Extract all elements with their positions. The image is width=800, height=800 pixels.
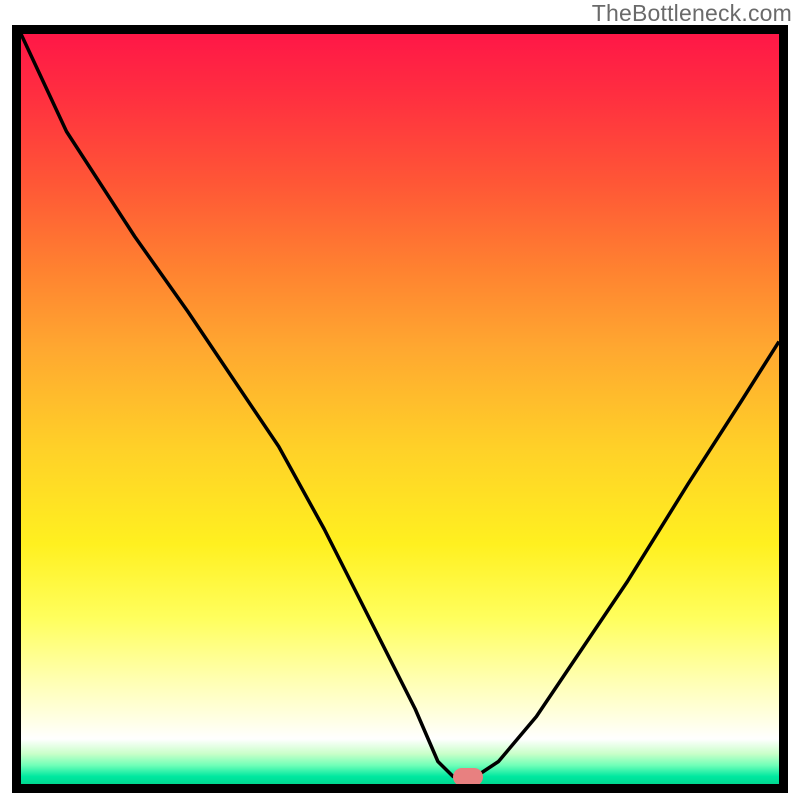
bottleneck-curve-path (21, 34, 779, 777)
chart-container: TheBottleneck.com (0, 0, 800, 800)
watermark-text: TheBottleneck.com (592, 0, 792, 27)
notch-marker (453, 768, 483, 786)
curve-svg (21, 34, 779, 784)
plot-area (12, 25, 788, 793)
